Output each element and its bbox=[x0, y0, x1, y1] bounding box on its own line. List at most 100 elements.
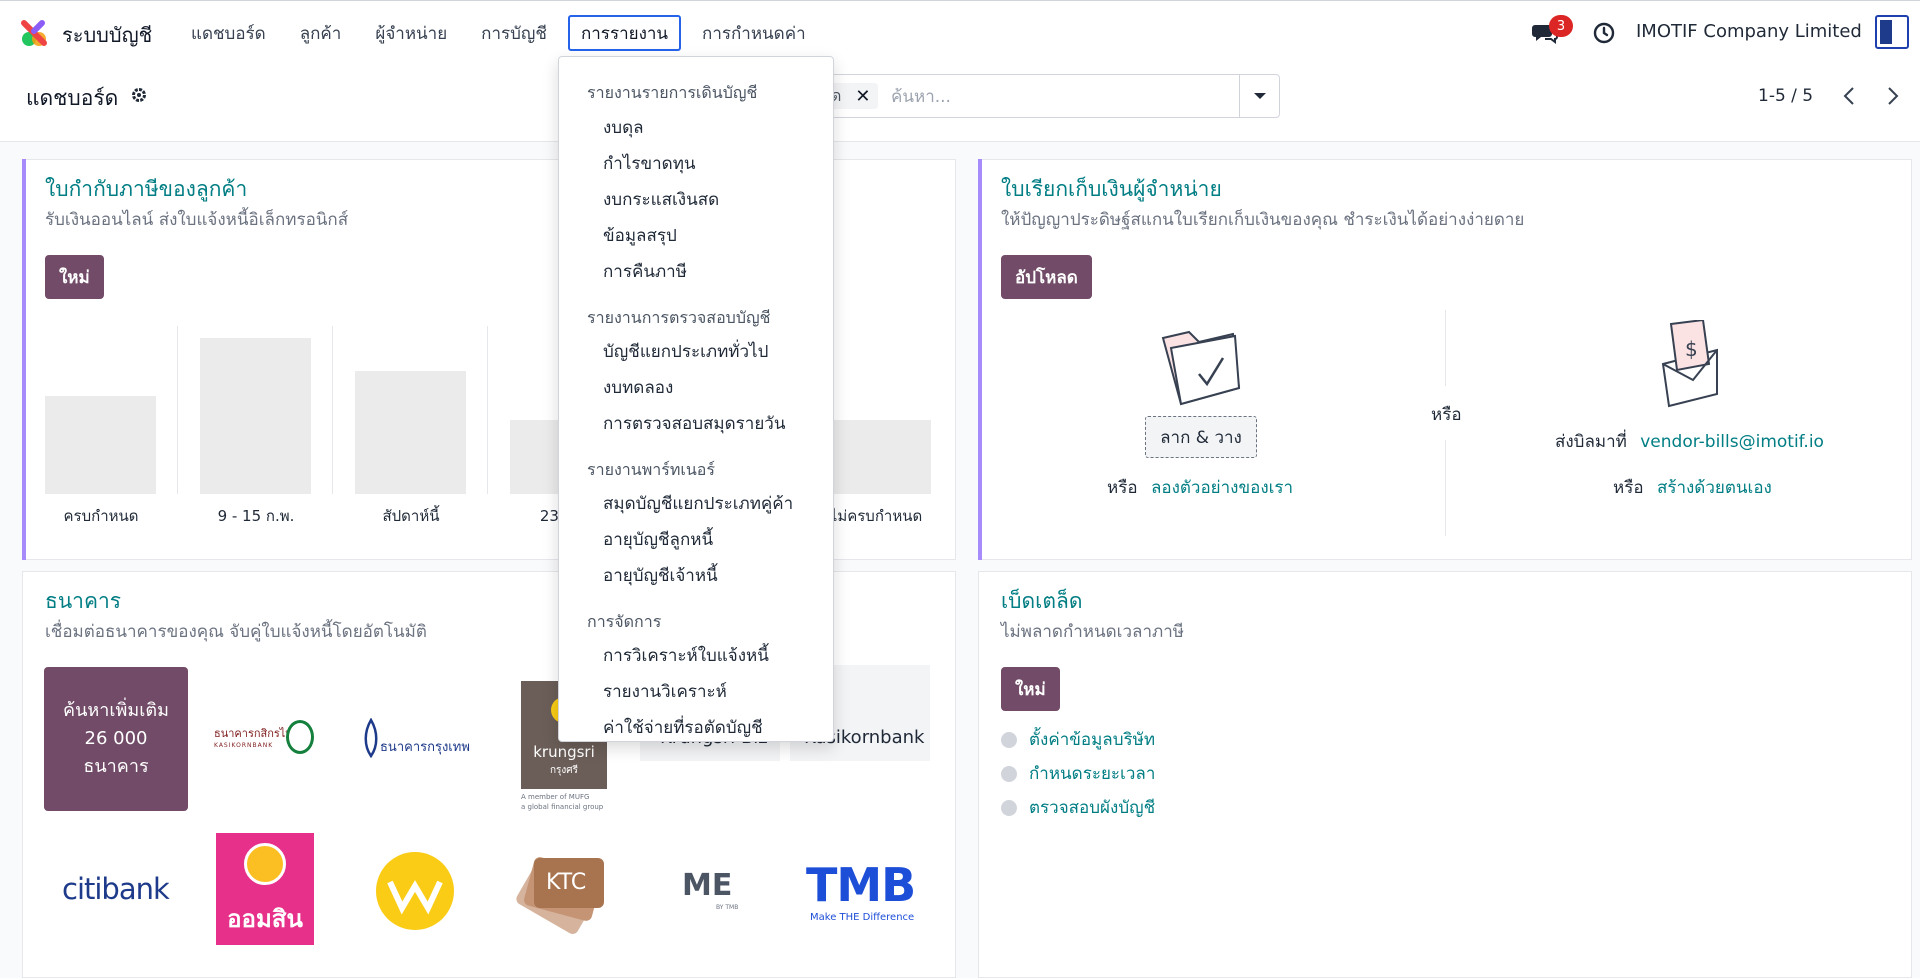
dd-item-profit-loss[interactable]: กำไรขาดทุน bbox=[603, 150, 696, 177]
bar-col-0 bbox=[23, 326, 178, 494]
gsb-emblem-icon bbox=[244, 843, 286, 885]
kasikorn-logo[interactable]: ธนาคารกสิกรไทย KASIKORNBANK bbox=[214, 718, 318, 766]
svg-text:$: $ bbox=[1685, 337, 1698, 361]
or-label: หรือ bbox=[1107, 478, 1138, 498]
todo-status-icon bbox=[1001, 731, 1017, 748]
app-name[interactable]: ระบบบัญชี bbox=[62, 19, 152, 51]
me-by-tmb-logo[interactable]: ME BY TMB bbox=[682, 868, 746, 912]
dd-section-partner: รายงานพาร์ทเนอร์ bbox=[587, 460, 715, 479]
reporting-dropdown: รายงานรายการเดินบัญชี งบดุล กำไรขาดทุน ง… bbox=[558, 56, 834, 742]
dd-item-trial-balance[interactable]: งบทดลอง bbox=[603, 374, 673, 401]
send-bill-row: ส่งบิลมาที่ vendor-bills@imotif.io bbox=[1555, 428, 1824, 455]
menu-reporting[interactable]: การรายงาน bbox=[567, 15, 682, 51]
menu-vendors[interactable]: ผู้จำหน่าย bbox=[362, 15, 460, 51]
clock-icon[interactable] bbox=[1592, 21, 1616, 45]
envelope-dollar-icon: $ bbox=[1661, 320, 1718, 408]
new-misc-button[interactable]: ใหม่ bbox=[1001, 667, 1060, 711]
bangkok-bank-logo[interactable]: ธนาคารกรุงเทพ bbox=[362, 718, 470, 762]
menu-dashboard[interactable]: แดชบอร์ด bbox=[178, 15, 279, 51]
gear-icon[interactable] bbox=[130, 86, 148, 104]
todo-periods[interactable]: กำหนดระยะเวลา bbox=[1001, 760, 1155, 787]
menu-customers[interactable]: ลูกค้า bbox=[287, 15, 355, 51]
kasikorn-en-text: KASIKORNBANK bbox=[214, 742, 274, 749]
divider-top bbox=[1445, 310, 1446, 386]
todo-label: กำหนดระยะเวลา bbox=[1029, 764, 1156, 784]
bar-col-2 bbox=[333, 326, 488, 494]
citibank-logo[interactable]: citibank bbox=[62, 872, 172, 912]
tmb-logo[interactable]: TMB Make THE Difference bbox=[806, 862, 924, 926]
card-subtitle: รับเงินออนไลน์ ส่งใบแจ้งหนี้อิเล็กทรอนิก… bbox=[45, 210, 349, 230]
vendor-bills-card: ใบเรียกเก็บเงินผู้จำหน่าย ให้ปัญญาประดิษ… bbox=[978, 159, 1912, 560]
company-switcher[interactable]: IMOTIF Company Limited bbox=[1636, 21, 1862, 42]
dd-item-executive-summary[interactable]: ข้อมูลสรุป bbox=[603, 222, 677, 249]
or-label: หรือ bbox=[1613, 478, 1644, 498]
bar-col-1 bbox=[178, 326, 333, 494]
todo-chart-of-accounts[interactable]: ตรวจสอบผังบัญชี bbox=[1001, 794, 1155, 821]
menu-accounting[interactable]: การบัญชี bbox=[468, 15, 560, 51]
try-sample-link[interactable]: ลองตัวอย่างของเรา bbox=[1151, 478, 1293, 498]
page-title: แดชบอร์ด bbox=[26, 86, 119, 110]
dd-item-deferred-expenses[interactable]: ค่าใช้จ่ายที่รอตัดบัญชี bbox=[603, 714, 763, 741]
me-text: ME bbox=[682, 868, 733, 903]
main-menu: แดชบอร์ด ลูกค้า ผู้จำหน่าย การบัญชี การร… bbox=[178, 15, 827, 51]
chart-bar[interactable] bbox=[45, 396, 156, 494]
chevron-right-icon[interactable] bbox=[1880, 84, 1904, 108]
send-bill-label: ส่งบิลมาที่ bbox=[1555, 432, 1627, 452]
gsb-logo[interactable]: ออมสิน bbox=[216, 833, 314, 945]
more-line-1: ค้นหาเพิ่มเติม bbox=[63, 700, 169, 721]
chart-bar[interactable] bbox=[820, 420, 931, 494]
krungsri-th-text: กรุงศรี bbox=[549, 765, 579, 776]
dd-item-balance-sheet[interactable]: งบดุล bbox=[603, 114, 644, 141]
dd-item-general-ledger[interactable]: บัญชีแยกประเภททั่วไป bbox=[603, 338, 768, 365]
upload-button[interactable]: อัปโหลด bbox=[1001, 255, 1092, 299]
me-sub-text: BY TMB bbox=[716, 904, 739, 911]
pager-value[interactable]: 1-5 / 5 bbox=[1758, 86, 1813, 106]
close-icon[interactable]: ✕ bbox=[855, 86, 870, 107]
more-line-3: ธนาคาร bbox=[83, 756, 149, 777]
card-title[interactable]: ใบกำกับภาษีของลูกค้า bbox=[45, 173, 247, 206]
caret-down-icon bbox=[1253, 93, 1266, 99]
dd-section-audit: รายงานการตรวจสอบบัญชี bbox=[587, 308, 771, 327]
control-panel: แดชบอร์ด ด ✕ 1-5 / 5 bbox=[0, 64, 1920, 142]
create-manually-link[interactable]: สร้างด้วยตนเอง bbox=[1657, 478, 1772, 498]
krungthai-yellow-logo-icon[interactable] bbox=[376, 852, 454, 930]
ktc-logo[interactable]: KTC bbox=[512, 852, 612, 937]
chart-bar[interactable] bbox=[355, 371, 466, 494]
todo-company-data[interactable]: ตั้งค่าข้อมูลบริษัท bbox=[1001, 726, 1155, 753]
search-input[interactable] bbox=[891, 83, 1221, 111]
menu-configuration[interactable]: การกำหนดค่า bbox=[689, 15, 819, 51]
new-invoice-button[interactable]: ใหม่ bbox=[45, 255, 104, 299]
bar-label: ครบกำหนด bbox=[63, 507, 139, 525]
user-avatar[interactable] bbox=[1875, 15, 1909, 49]
card-subtitle: ไม่พลาดกำหนดเวลาภาษี bbox=[1001, 622, 1184, 642]
gsb-text: ออมสิน bbox=[227, 905, 303, 933]
card-title[interactable]: ใบเรียกเก็บเงินผู้จำหน่าย bbox=[1001, 173, 1222, 206]
vendor-email-link[interactable]: vendor-bills@imotif.io bbox=[1640, 432, 1824, 452]
tmb-text: TMB bbox=[806, 858, 916, 912]
dd-item-analytic-report[interactable]: รายงานวิเคราะห์ bbox=[603, 678, 727, 705]
dd-item-cash-flow[interactable]: งบกระแสเงินสด bbox=[603, 186, 719, 213]
dd-item-tax-return[interactable]: การคืนภาษี bbox=[603, 258, 687, 285]
dd-item-journal-audit[interactable]: การตรวจสอบสมุดรายวัน bbox=[603, 410, 785, 437]
dd-item-invoice-analysis[interactable]: การวิเคราะห์ใบแจ้งหนี้ bbox=[603, 642, 769, 669]
todo-status-icon bbox=[1001, 765, 1017, 782]
misc-card: เบ็ดเตล็ด ไม่พลาดกำหนดเวลาภาษี ใหม่ ตั้ง… bbox=[978, 571, 1912, 978]
card-title[interactable]: ธนาคาร bbox=[45, 585, 121, 618]
bar-label: 9 - 15 ก.พ. bbox=[217, 507, 295, 525]
ktc-text: KTC bbox=[546, 870, 587, 895]
app-logo-icon[interactable] bbox=[20, 19, 48, 47]
bangkok-bank-emblem-icon bbox=[364, 718, 378, 758]
drag-drop-zone[interactable]: ลาก & วาง bbox=[1145, 416, 1257, 458]
search-more-banks-button[interactable]: ค้นหาเพิ่มเติม 26 000 ธนาคาร bbox=[44, 667, 188, 811]
more-line-2: 26 000 bbox=[84, 728, 148, 749]
dd-item-partner-ledger[interactable]: สมุดบัญชีแยกประเภทคู่ค้า bbox=[603, 490, 793, 517]
chart-bar[interactable] bbox=[200, 338, 311, 494]
bar-label: สัปดาห์นี้ bbox=[382, 507, 440, 525]
search-options-toggle[interactable] bbox=[1239, 75, 1279, 117]
citibank-text: citibank bbox=[62, 872, 170, 906]
dd-item-aged-receivable[interactable]: อายุบัญชีลูกหนี้ bbox=[603, 526, 713, 553]
dd-item-aged-payable[interactable]: อายุบัญชีเจ้าหนี้ bbox=[603, 562, 718, 589]
card-title[interactable]: เบ็ดเตล็ด bbox=[1001, 585, 1082, 618]
krungsri-text: krungsri bbox=[533, 743, 595, 761]
chevron-left-icon[interactable] bbox=[1838, 84, 1862, 108]
